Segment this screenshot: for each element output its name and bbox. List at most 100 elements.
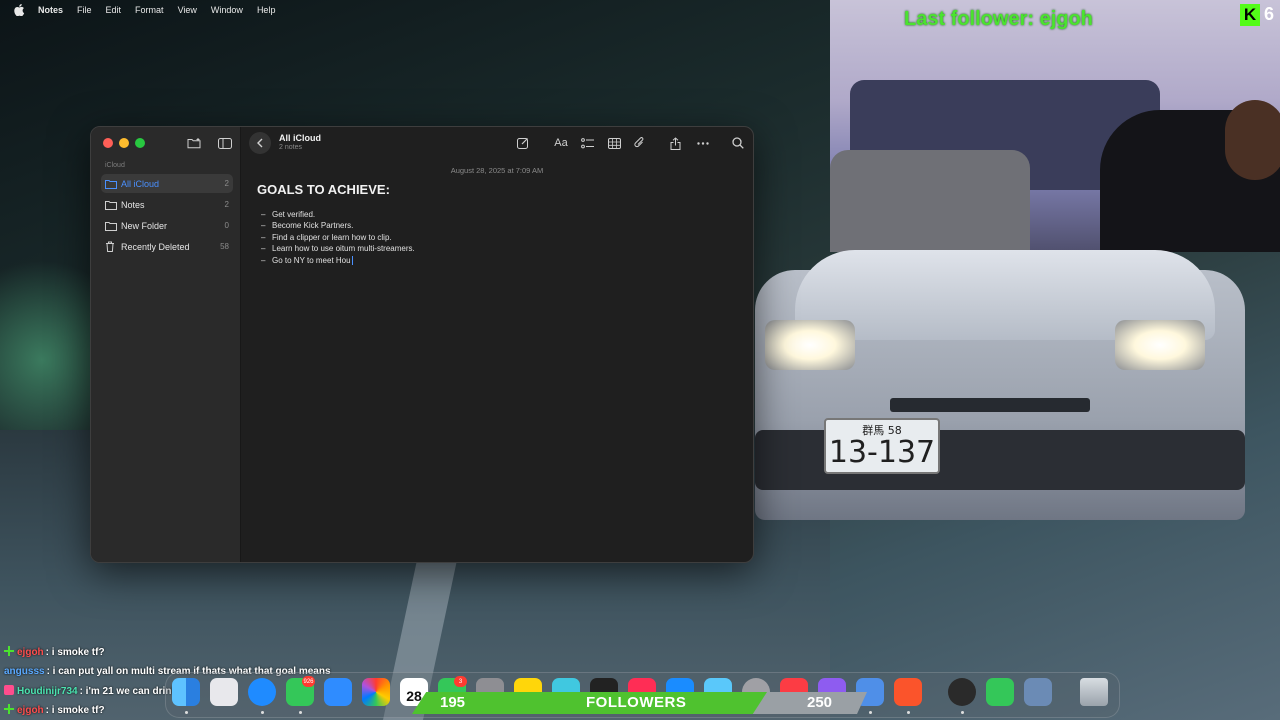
running-indicator (961, 711, 964, 714)
notes-sidebar: iCloud All iCloud 2 Notes 2 New Folder 0… (91, 127, 241, 562)
running-indicator (261, 711, 264, 714)
running-indicator (185, 711, 188, 714)
mail-badge: 3 (454, 676, 467, 687)
table-icon[interactable] (604, 134, 624, 152)
webcam-chair (830, 150, 1030, 252)
folder-icon (105, 220, 117, 231)
note-toolbar: All iCloud 2 notes Aa (241, 127, 753, 159)
chat-text: : i'm 21 we can drink (79, 686, 177, 697)
last-follower-label: Last follower: ejgoh (904, 8, 1093, 30)
chat-badge-icon (4, 704, 14, 714)
finder-icon[interactable] (172, 678, 200, 706)
sidebar-section-icloud: iCloud (105, 162, 125, 169)
chat-message: Houdinijr734: i'm 21 we can drink (4, 685, 177, 697)
text-cursor (351, 255, 353, 265)
list-item-text: Find a clipper or learn how to clip. (272, 232, 392, 242)
app-store-icon[interactable] (324, 678, 352, 706)
trash-dock-icon[interactable] (1080, 678, 1108, 706)
menu-help[interactable]: Help (257, 5, 276, 15)
chat-badge-icon (4, 685, 14, 695)
checklist-icon[interactable] (577, 134, 597, 152)
sidebar-item-count: 0 (224, 221, 229, 230)
chevron-left-icon (257, 138, 263, 148)
note-editor: All iCloud 2 notes Aa August 28, 2025 at… (241, 127, 753, 562)
sidebar-item-count: 2 (224, 179, 229, 188)
sidebar-item-count: 58 (220, 242, 229, 251)
menu-bar: Notes File Edit Format View Window Help (0, 0, 830, 20)
menu-file[interactable]: File (77, 5, 92, 15)
webcam-overlay (830, 0, 1280, 252)
format-button[interactable]: Aa (550, 134, 572, 152)
sidebar-item-label: Recently Deleted (121, 241, 190, 252)
menu-window[interactable]: Window (211, 5, 243, 15)
safari-icon[interactable] (248, 678, 276, 706)
webcam-streamer-head (1225, 100, 1280, 180)
launchpad-icon[interactable] (210, 678, 238, 706)
kick-logo-icon: K (1240, 4, 1260, 26)
car-grille (890, 398, 1090, 412)
brave-icon[interactable] (894, 678, 922, 706)
toggle-sidebar-icon[interactable] (216, 135, 234, 151)
folder-icon (105, 178, 117, 189)
sidebar-item-label: New Folder (121, 220, 168, 231)
list-item-text: Learn how to use oitum multi-streamers. (272, 244, 415, 254)
menu-format[interactable]: Format (135, 5, 164, 15)
search-icon[interactable] (728, 134, 748, 152)
close-window-button[interactable] (103, 138, 113, 148)
list-item[interactable]: – Become Kick Partners. (261, 220, 415, 231)
compose-icon[interactable] (513, 134, 533, 152)
chat-username: ejgoh (17, 647, 44, 658)
running-indicator (299, 711, 302, 714)
menu-notes[interactable]: Notes (38, 5, 63, 15)
chat-username: Houdinijr734 (17, 686, 78, 697)
car-headlight-right (1115, 320, 1205, 370)
list-item[interactable]: – Find a clipper or learn how to clip. (261, 232, 415, 243)
photos-icon[interactable] (362, 678, 390, 706)
sidebar-item-label: All iCloud (121, 178, 160, 189)
folder-title: All iCloud (279, 133, 321, 143)
kick-viewer-count: 6 (1264, 4, 1275, 24)
list-item[interactable]: – Go to NY to meet Hou (261, 255, 415, 266)
menu-edit[interactable]: Edit (106, 5, 122, 15)
sidebar-item-notes[interactable]: Notes 2 (101, 195, 233, 214)
goal-list[interactable]: – Get verified. – Become Kick Partners. – F… (261, 209, 415, 266)
menu-view[interactable]: View (178, 5, 197, 15)
note-count: 2 notes (279, 144, 302, 151)
back-button[interactable] (249, 132, 271, 154)
running-indicator (869, 711, 872, 714)
notes-window: iCloud All iCloud 2 Notes 2 New Folder 0… (90, 126, 754, 563)
car-headlight-left (765, 320, 855, 370)
sidebar-item-recently-deleted[interactable]: Recently Deleted 58 (101, 237, 233, 256)
chat-username: ejgoh (17, 705, 44, 716)
follower-goal-bar: 195 FOLLOWERS 250 (412, 692, 867, 714)
sidebar-item-all-icloud[interactable]: All iCloud 2 (101, 174, 233, 193)
list-item[interactable]: – Get verified. (261, 209, 415, 220)
list-item-text: Become Kick Partners. (272, 221, 354, 231)
chat-message: ejgoh: i smoke tf? (4, 704, 105, 716)
attachment-icon[interactable] (629, 134, 649, 152)
running-indicator (907, 711, 910, 714)
sidebar-item-new-folder[interactable]: New Folder 0 (101, 216, 233, 235)
chat-text: : i smoke tf? (45, 705, 105, 716)
more-icon[interactable] (693, 134, 713, 152)
license-plate: 群馬 58 13-137 (824, 418, 940, 474)
phone-icon[interactable] (986, 678, 1014, 706)
list-item[interactable]: – Learn how to use oitum multi-streamers. (261, 243, 415, 254)
chat-message: ejgoh: i smoke tf? (4, 646, 105, 658)
wallpaper-car: 群馬 58 13-137 (755, 250, 1280, 520)
new-folder-icon[interactable] (185, 135, 203, 151)
share-icon[interactable] (665, 134, 685, 152)
sidebar-item-label: Notes (121, 199, 145, 210)
chat-text: : i smoke tf? (45, 647, 105, 658)
trash-icon (105, 241, 117, 252)
follower-label: FOLLOWERS (586, 694, 687, 711)
obs-icon[interactable] (948, 678, 976, 706)
list-item-text: Get verified. (272, 210, 316, 219)
note-title[interactable]: GOALS TO ACHIEVE: (257, 182, 390, 197)
sidebar-item-count: 2 (224, 200, 229, 209)
zoom-window-button[interactable] (135, 138, 145, 148)
chat-username: angusss (4, 666, 45, 677)
apple-menu-icon[interactable] (12, 3, 26, 17)
minimize-window-button[interactable] (119, 138, 129, 148)
preview-viewer-icon[interactable] (1024, 678, 1052, 706)
